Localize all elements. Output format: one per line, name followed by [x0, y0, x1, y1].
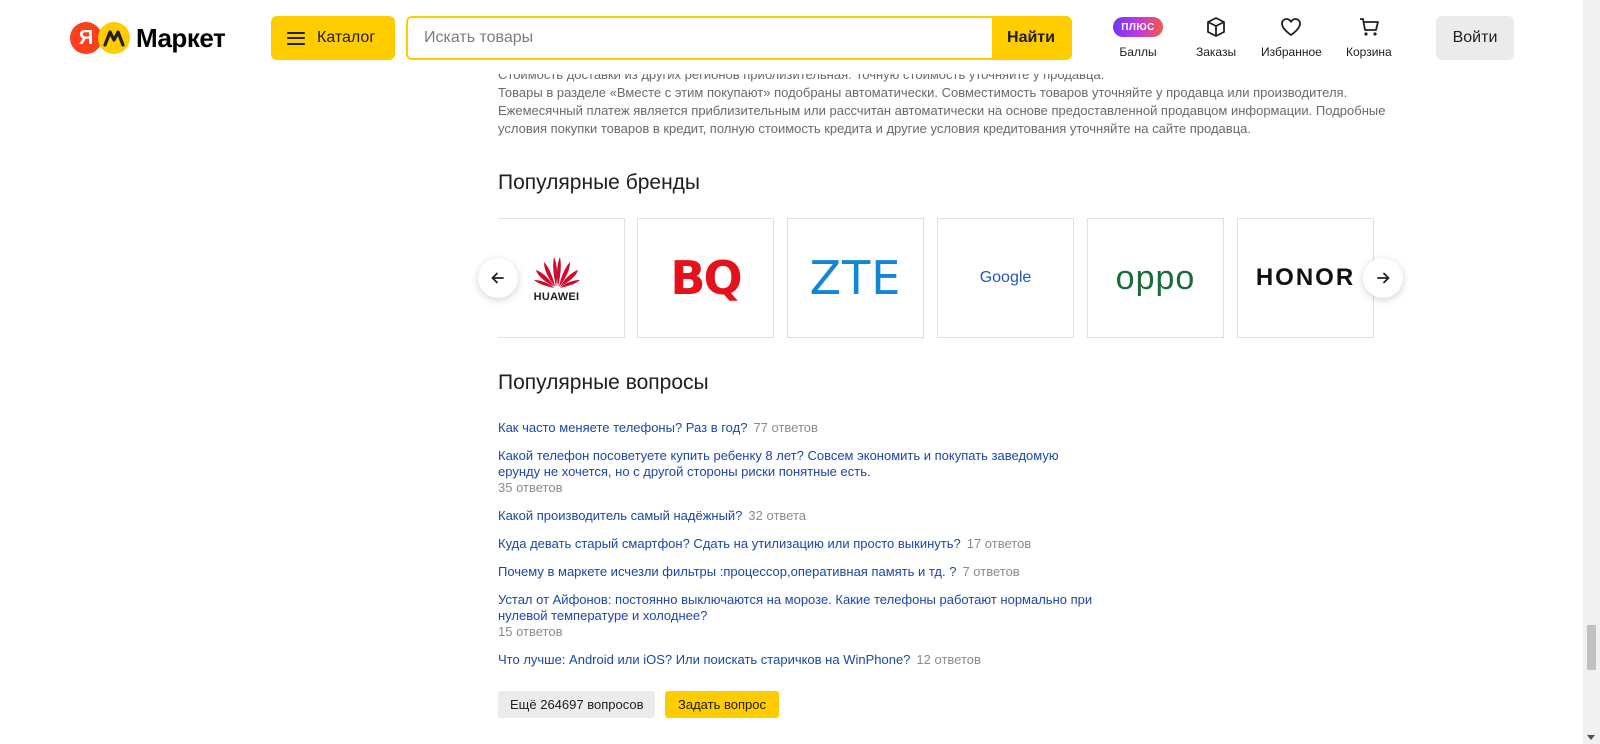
brand-card-google[interactable]: Google [937, 218, 1074, 338]
question-link[interactable]: Как часто меняете телефоны? Раз в год? [498, 420, 747, 435]
huawei-logo-icon [533, 257, 580, 288]
disclaimer-line: Ежемесячный платеж является приблизитель… [498, 103, 1386, 136]
catalog-button[interactable]: Каталог [271, 16, 395, 60]
brands-prev-button[interactable] [478, 258, 518, 298]
nav-label: Баллы [1119, 45, 1157, 59]
question-item: Куда девать старый смартфон? Сдать на ут… [498, 536, 1098, 552]
question-item: Как часто меняете телефоны? Раз в год? 77… [498, 420, 1098, 436]
nav-label: Избранное [1261, 45, 1322, 59]
answer-count: 7 ответов [962, 564, 1020, 579]
logo-text: Маркет [136, 22, 226, 53]
brand-card-bq[interactable]: BQ [637, 218, 774, 338]
brands-carousel: HUAWEI BQ ZTE Google oppo HONOR [498, 218, 1382, 338]
brand-card-zte[interactable]: ZTE [787, 218, 924, 338]
brands-title: Популярные бренды [498, 171, 701, 194]
ask-question-button[interactable]: Задать вопрос [665, 691, 779, 718]
answer-count: 15 ответов [498, 624, 563, 639]
disclaimer-text: Стоимость доставки из других регионов пр… [498, 66, 1398, 138]
brand-name: BQ [670, 251, 742, 305]
brand-name: HUAWEI [533, 291, 580, 303]
more-questions-button[interactable]: Ещё 264697 вопросов [498, 691, 656, 718]
search-bar: Найти [406, 16, 1072, 60]
question-item: Что лучше: Android или iOS? Или поискать… [498, 652, 1098, 668]
answer-count: 12 ответов [916, 652, 981, 667]
answer-count: 77 ответов [753, 420, 818, 435]
question-item: Какой производитель самый надёжный? 32 от… [498, 508, 1098, 524]
question-item: Устал от Айфонов: постоянно выключаются … [498, 592, 1098, 640]
question-link[interactable]: Что лучше: Android или iOS? Или поискать… [498, 652, 910, 667]
arrow-left-icon [491, 272, 504, 284]
nav-label: Заказы [1196, 45, 1237, 59]
nav-cart[interactable]: Корзина [1346, 14, 1392, 59]
search-input[interactable] [408, 18, 992, 58]
menu-icon [287, 31, 305, 45]
brand-name: Google [979, 269, 1032, 286]
nav-points[interactable]: ПЛЮС Баллы [1113, 14, 1163, 59]
brand-card-oppo[interactable]: oppo [1087, 218, 1224, 338]
market-logo-icon [98, 22, 130, 54]
answer-count: 35 ответов [498, 480, 563, 495]
nav-orders[interactable]: Заказы [1196, 14, 1236, 59]
questions-title: Популярные вопросы [498, 371, 709, 394]
questions-list: Как часто меняете телефоны? Раз в год? 77… [498, 420, 1098, 680]
page-scrollbar[interactable] [1583, 0, 1600, 744]
question-link[interactable]: Почему в маркете исчезли фильтры :процес… [498, 564, 956, 579]
heart-icon [1280, 14, 1302, 40]
brand-name: ZTE [809, 251, 902, 305]
box-icon [1205, 14, 1227, 40]
market-logo[interactable]: Я Маркет [70, 22, 226, 54]
nav-favorites[interactable]: Избранное [1261, 14, 1322, 59]
answer-count: 17 ответов [966, 536, 1032, 551]
brands-next-button[interactable] [1363, 258, 1403, 298]
scrollbar-thumb[interactable] [1587, 625, 1596, 670]
catalog-label: Каталог [317, 29, 376, 46]
question-link[interactable]: Какой производитель самый надёжный? [498, 508, 742, 523]
question-link[interactable]: Устал от Айфонов: постоянно выключаются … [498, 592, 1092, 623]
disclaimer-line: Товары в разделе «Вместе с этим покупают… [498, 85, 1348, 100]
plus-icon: ПЛЮС [1113, 17, 1163, 37]
question-link[interactable]: Куда девать старый смартфон? Сдать на ут… [498, 536, 961, 551]
login-button[interactable]: Войти [1436, 16, 1514, 60]
answer-count: 32 ответа [748, 508, 806, 523]
huawei-logo: HUAWEI [532, 253, 582, 303]
scroll-down-arrow-icon[interactable] [1587, 735, 1595, 740]
question-item: Какой телефон посоветуете купить ребенку… [498, 448, 1098, 496]
header: Я Маркет Каталог Найти ПЛЮС Баллы Заказы… [0, 0, 1583, 74]
brand-name: oppo [1115, 258, 1196, 297]
question-link[interactable]: Какой телефон посоветуете купить ребенку… [498, 448, 1059, 479]
question-item: Почему в маркете исчезли фильтры :процес… [498, 564, 1098, 580]
brand-card-honor[interactable]: HONOR [1237, 218, 1374, 338]
search-button[interactable]: Найти [992, 18, 1070, 58]
cart-icon [1358, 14, 1380, 40]
brand-name: HONOR [1255, 264, 1356, 291]
nav-label: Корзина [1346, 45, 1392, 59]
arrow-right-icon [1377, 272, 1390, 284]
